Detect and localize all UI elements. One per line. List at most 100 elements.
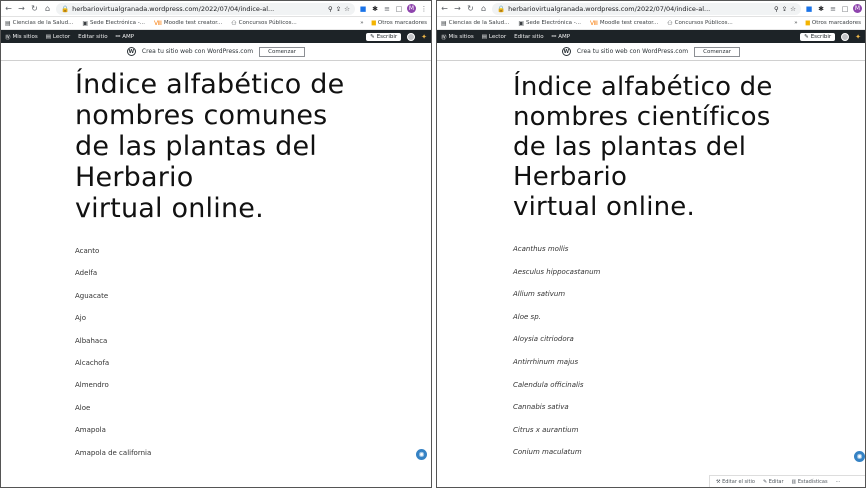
bookmark-item[interactable]: Ⅷ Moodle test creator...	[590, 20, 658, 27]
address-bar[interactable]: 🔒 herbariovirtualgranada.wordpress.com/2…	[56, 2, 355, 15]
bookmark-item[interactable]: ▤ Ciencias de la Salud...	[5, 20, 73, 27]
list-item[interactable]: Aloe	[75, 397, 431, 419]
list-item[interactable]: Adelfa	[75, 262, 431, 284]
puzzle-icon[interactable]: ✱	[371, 5, 379, 13]
bookmark-item[interactable]: ▣ Sede Electrónica -...	[518, 20, 581, 27]
floating-action-button[interactable]: ✺	[415, 448, 428, 461]
link-icon: ⚯	[115, 33, 121, 40]
back-arrow-icon[interactable]: ←	[440, 4, 449, 13]
menu-icon[interactable]: ⋮	[420, 5, 428, 13]
list-item[interactable]: Cannabis sativa	[513, 396, 865, 419]
list-item[interactable]: Aesculus hippocastanum	[513, 261, 865, 284]
edit-site-link[interactable]: ⚒ Editar el sitio	[716, 479, 755, 485]
back-arrow-icon[interactable]: ←	[4, 4, 13, 13]
wp-admin-bar: Ⓦ Mis sitios ▤ Lector Editar sitio ⚯ AMP ✎ E…	[437, 30, 865, 43]
puzzle-icon[interactable]: ✱	[817, 5, 825, 13]
zoom-icon[interactable]: ⚲	[328, 5, 333, 13]
star-icon[interactable]: ☆	[790, 5, 796, 13]
list-item[interactable]: Aguacate	[75, 285, 431, 307]
home-icon[interactable]: ⌂	[43, 4, 52, 13]
list-item[interactable]: Allium sativum	[513, 283, 865, 306]
wp-admin-bar: Ⓦ Mis sitios ▤ Lector Editar sitio ⚯ AMP ✎ E…	[1, 30, 431, 43]
reload-icon[interactable]: ↻	[30, 4, 39, 13]
share-icon[interactable]: ⇪	[782, 5, 787, 13]
my-sites[interactable]: Ⓦ Mis sitios	[441, 33, 474, 41]
reading-list-icon[interactable]: ≡	[383, 5, 391, 13]
profile-avatar[interactable]: M	[407, 4, 416, 13]
reader[interactable]: ▤ Lector	[46, 34, 70, 40]
more-menu[interactable]: ···	[836, 479, 841, 485]
notifications-icon[interactable]: ✦	[855, 33, 861, 41]
zoom-icon[interactable]: ⚲	[774, 5, 779, 13]
share-icon[interactable]: ⇪	[336, 5, 341, 13]
moodle-icon: Ⅷ	[589, 19, 598, 27]
list-item[interactable]: Almendro	[75, 374, 431, 396]
reader-icon: ▤	[481, 33, 487, 40]
amp[interactable]: ⚯ AMP	[552, 34, 570, 40]
side-panel-icon[interactable]: □	[395, 5, 403, 13]
plant-list: Acanto Adelfa Aguacate Ajo Albahaca Alca…	[75, 240, 431, 464]
stats-link[interactable]: ▥ Estadísticas	[792, 479, 828, 485]
list-item[interactable]: Calendula officinalis	[513, 374, 865, 397]
list-item[interactable]: Amapola de california	[75, 442, 431, 464]
edit-site[interactable]: Editar sitio	[78, 34, 107, 40]
list-item[interactable]: Amapola	[75, 419, 431, 441]
bookmark-item[interactable]: ⚇ Concursos Públicos...	[667, 20, 732, 27]
bookmarks-overflow[interactable]: »	[794, 20, 797, 26]
reload-icon[interactable]: ↻	[466, 4, 475, 13]
address-bar[interactable]: 🔒 herbariovirtualgranada.wordpress.com/2…	[492, 2, 801, 15]
list-item[interactable]: Albahaca	[75, 330, 431, 352]
folder-icon: ▆	[805, 20, 810, 26]
extension-icon[interactable]: ■	[805, 5, 813, 13]
url-text: herbariovirtualgranada.wordpress.com/202…	[508, 4, 711, 13]
floating-action-button[interactable]: ✺	[853, 450, 865, 463]
list-item[interactable]: Aloe sp.	[513, 306, 865, 329]
lock-icon: 🔒	[61, 4, 70, 13]
wordpress-logo-icon: W	[561, 47, 571, 56]
profile-avatar[interactable]: M	[853, 4, 862, 13]
wordpress-icon: Ⓦ	[441, 34, 447, 41]
bookmark-icon: ▤	[5, 19, 11, 27]
reading-list-icon[interactable]: ≡	[829, 5, 837, 13]
side-panel-icon[interactable]: □	[841, 5, 849, 13]
browser-window-left: ← → ↻ ⌂ 🔒 herbariovirtualgranada.wordpre…	[0, 0, 432, 488]
list-item[interactable]: Acanto	[75, 240, 431, 262]
list-item[interactable]: Antirrhinum majus	[513, 351, 865, 374]
wordpress-icon: Ⓦ	[5, 34, 11, 41]
my-sites[interactable]: Ⓦ Mis sitios	[5, 33, 38, 41]
bookmark-icon: ⚇	[667, 19, 673, 27]
bookmarks-overflow[interactable]: »	[360, 20, 363, 26]
other-bookmarks[interactable]: ▆ Otros marcadores	[372, 20, 427, 26]
compass-icon: ✺	[418, 450, 425, 459]
list-item[interactable]: Aloysia citriodora	[513, 328, 865, 351]
amp[interactable]: ⚯ AMP	[116, 34, 134, 40]
url-text: herbariovirtualgranada.wordpress.com/202…	[72, 4, 275, 13]
reader[interactable]: ▤ Lector	[482, 34, 506, 40]
promo-text: Crea tu sitio web con WordPress.com	[141, 48, 254, 55]
bookmark-item[interactable]: ▣ Sede Electrónica -...	[82, 20, 145, 27]
bookmark-item[interactable]: ⚇ Concursos Públicos...	[231, 20, 296, 27]
list-item[interactable]: Acanthus mollis	[513, 238, 865, 261]
bookmark-item[interactable]: ▤ Ciencias de la Salud...	[441, 20, 509, 27]
start-button[interactable]: Comenzar	[259, 46, 306, 57]
list-item[interactable]: Conium maculatum	[513, 441, 865, 464]
promo-banner: W Crea tu sitio web con WordPress.com Co…	[1, 43, 431, 61]
user-avatar[interactable]	[407, 32, 416, 41]
user-avatar[interactable]	[841, 32, 850, 41]
edit-link[interactable]: ✎ Editar	[763, 479, 784, 485]
list-item[interactable]: Ajo	[75, 307, 431, 329]
write-button[interactable]: ✎ Escribir	[800, 32, 836, 41]
other-bookmarks[interactable]: ▆ Otros marcadores	[806, 20, 861, 26]
start-button[interactable]: Comenzar	[694, 46, 741, 57]
home-icon[interactable]: ⌂	[479, 4, 488, 13]
list-item[interactable]: Alcachofa	[75, 352, 431, 374]
forward-arrow-icon[interactable]: →	[453, 4, 462, 13]
bookmark-item[interactable]: Ⅷ Moodle test creator...	[154, 20, 222, 27]
extension-icon[interactable]: ■	[359, 5, 367, 13]
star-icon[interactable]: ☆	[344, 5, 350, 13]
forward-arrow-icon[interactable]: →	[17, 4, 26, 13]
edit-site[interactable]: Editar sitio	[514, 34, 543, 40]
notifications-icon[interactable]: ✦	[421, 33, 427, 41]
list-item[interactable]: Citrus x aurantium	[513, 419, 865, 442]
write-button[interactable]: ✎ Escribir	[366, 32, 402, 41]
